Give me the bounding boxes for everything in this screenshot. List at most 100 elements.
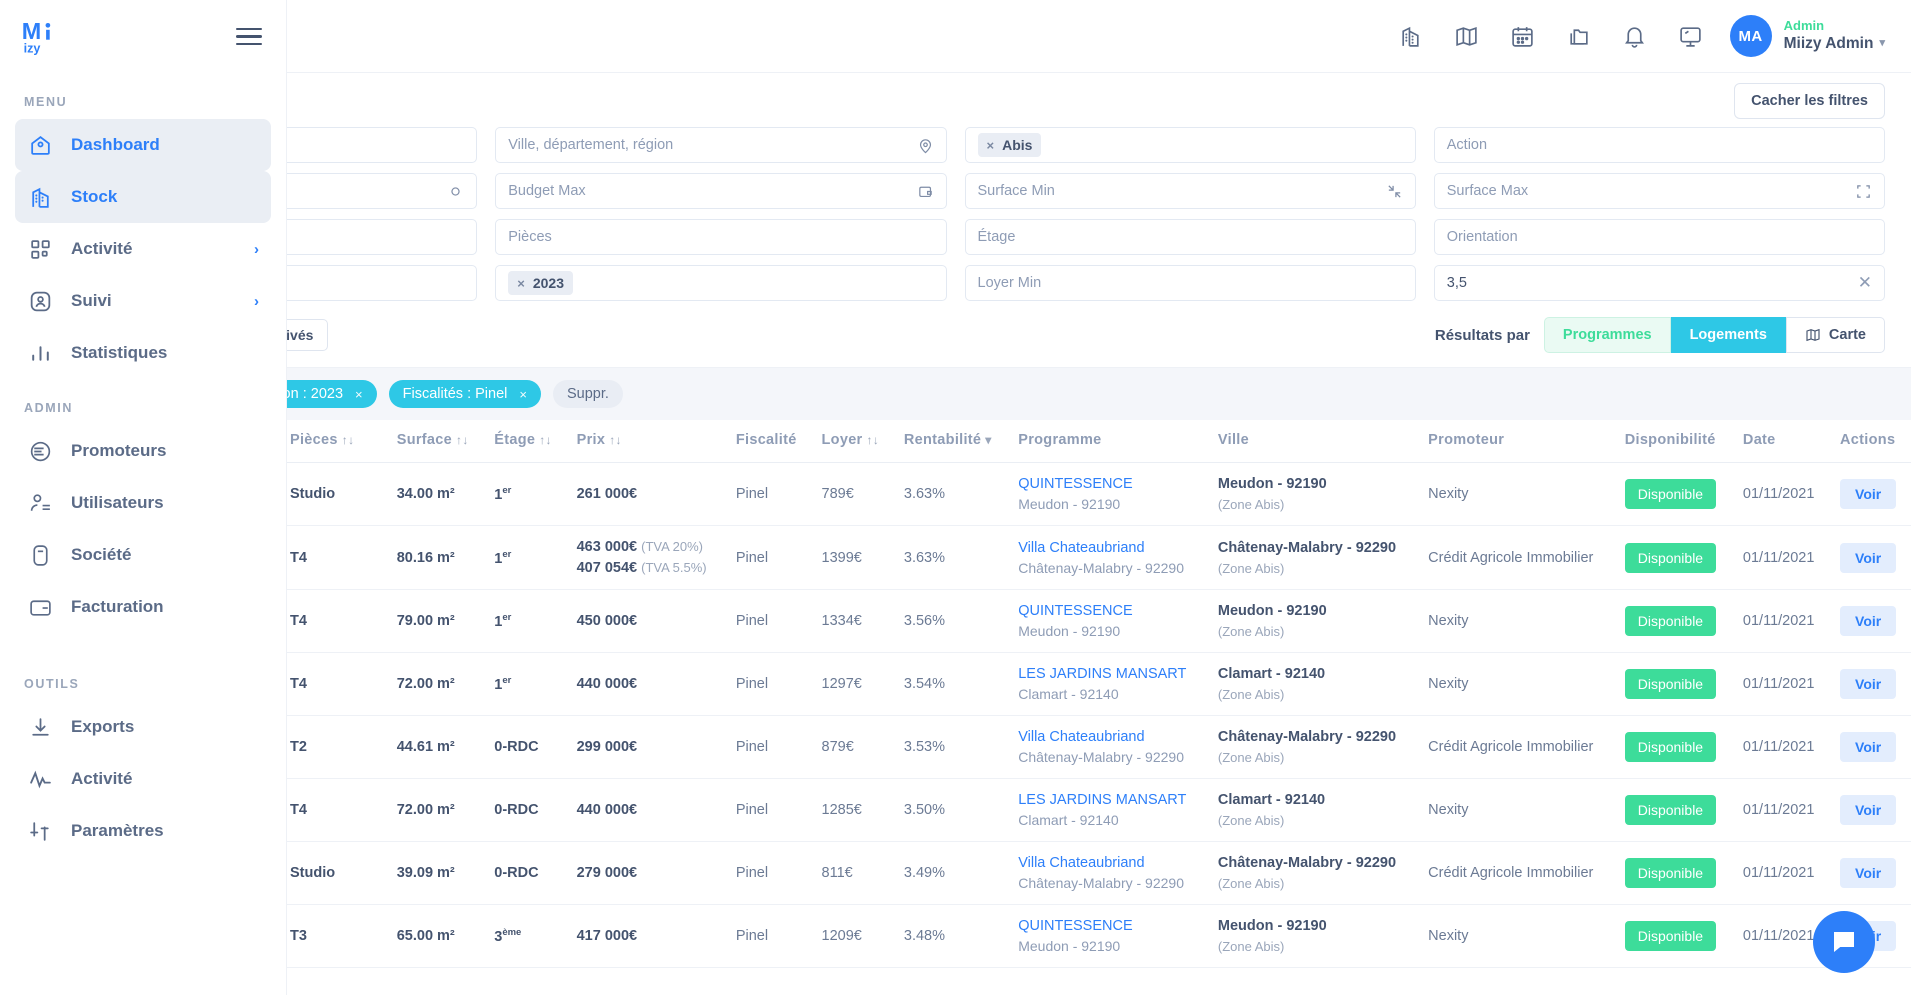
programme-link[interactable]: QUINTESSENCE xyxy=(1018,476,1198,492)
livraison-tag[interactable]: × 2023 xyxy=(508,271,573,295)
filter-action[interactable]: Action xyxy=(1433,127,1885,163)
bell-icon[interactable] xyxy=(1622,23,1648,49)
sidebar-item-exports[interactable]: Exports xyxy=(15,701,271,753)
cell-actions[interactable]: Voir xyxy=(1830,778,1911,842)
cell-programme[interactable]: Villa Chateaubriand Châtenay-Malabry - 92… xyxy=(1008,525,1208,590)
cell-actions[interactable]: Voir xyxy=(1830,589,1911,653)
programme-link[interactable]: Villa Chateaubriand xyxy=(1018,540,1198,556)
building-icon[interactable] xyxy=(1398,23,1424,49)
user-profile[interactable]: MA Admin Miizy Admin ▾ xyxy=(1729,15,1885,57)
cell-actions[interactable]: Voir xyxy=(1830,462,1911,526)
sidebar-item-activite[interactable]: Activité › xyxy=(15,223,271,275)
sidebar-item-statistiques[interactable]: Statistiques xyxy=(15,327,271,379)
col-date[interactable]: Date xyxy=(1732,420,1831,463)
calendar-icon[interactable] xyxy=(1510,23,1536,49)
filter-livraison[interactable]: × 2023 xyxy=(495,265,947,301)
map-icon[interactable] xyxy=(1454,23,1480,49)
close-icon[interactable]: × xyxy=(355,387,363,402)
view-button[interactable]: Voir xyxy=(1840,542,1897,573)
view-button[interactable]: Voir xyxy=(1840,795,1897,825)
filter-orientation[interactable]: Orientation xyxy=(1433,219,1885,255)
chat-button[interactable] xyxy=(1813,911,1875,973)
programme-link[interactable]: Villa Chateaubriand xyxy=(1018,855,1198,871)
filter-zone[interactable]: × Abis xyxy=(964,127,1416,163)
programme-link[interactable]: LES JARDINS MANSART xyxy=(1018,666,1198,682)
sidebar-item-societe[interactable]: Société xyxy=(15,529,271,581)
active-filter-chip[interactable]: Fiscalités : Pinel × xyxy=(388,380,541,408)
filter-loyer-min[interactable]: Loyer Min xyxy=(964,265,1416,301)
programme-link[interactable]: LES JARDINS MANSART xyxy=(1018,792,1198,808)
cell-actions[interactable]: Voir xyxy=(1830,715,1911,779)
view-button[interactable]: Voir xyxy=(1840,606,1897,636)
filter-budget-max[interactable]: Budget Max xyxy=(495,173,947,209)
tab-logements[interactable]: Logements xyxy=(1670,317,1786,353)
menu-toggle-button[interactable] xyxy=(236,23,262,51)
close-icon[interactable]: × xyxy=(519,387,527,402)
chevron-right-icon[interactable]: › xyxy=(254,241,259,258)
zone-tag[interactable]: × Abis xyxy=(977,133,1042,157)
cell-actions[interactable]: Voir xyxy=(1830,652,1911,716)
col-loyer[interactable]: Loyer ↑↓ xyxy=(811,420,894,463)
sidebar-item-stock[interactable]: Stock xyxy=(15,171,271,223)
cell-programme[interactable]: QUINTESSENCE Meudon - 92190 xyxy=(1008,589,1208,653)
cell-actions[interactable]: Voir xyxy=(1830,841,1911,905)
cell-programme[interactable]: LES JARDINS MANSART Clamart - 92140 xyxy=(1008,652,1208,716)
cell-actions[interactable]: Voir xyxy=(1830,525,1911,590)
cell-ville: Châtenay-Malabry - 92290 (Zone Abis) xyxy=(1207,525,1419,590)
col-fiscalite[interactable]: Fiscalité xyxy=(725,420,812,463)
col-promoteur[interactable]: Promoteur xyxy=(1418,420,1615,463)
hide-filters-button[interactable]: Cacher les filtres xyxy=(1734,83,1885,119)
cell-programme[interactable]: Villa Chateaubriand Châtenay-Malabry - 92… xyxy=(1008,715,1208,779)
view-button[interactable]: Voir xyxy=(1840,732,1897,762)
logo[interactable]: M izy xyxy=(20,17,56,57)
filter-pieces[interactable]: Pièces xyxy=(495,219,947,255)
filter-etage[interactable]: Étage xyxy=(964,219,1416,255)
col-surface[interactable]: Surface ↑↓ xyxy=(386,420,485,463)
sort-icon[interactable]: ↑↓ xyxy=(609,433,622,447)
tab-programmes[interactable]: Programmes xyxy=(1543,317,1671,353)
sidebar-item-dashboard[interactable]: Dashboard xyxy=(15,119,271,171)
col-prix[interactable]: Prix ↑↓ xyxy=(566,420,726,463)
col-etage[interactable]: Étage ↑↓ xyxy=(484,420,567,463)
building-icon xyxy=(27,184,53,210)
col-disponibilite[interactable]: Disponibilité xyxy=(1614,420,1733,463)
col-ville[interactable]: Ville xyxy=(1207,420,1419,463)
sidebar-item-suivi[interactable]: Suivi › xyxy=(15,275,271,327)
clear-icon[interactable]: ✕ xyxy=(1858,273,1872,293)
zone-tag-remove-icon[interactable]: × xyxy=(987,138,995,153)
programme-link[interactable]: QUINTESSENCE xyxy=(1018,603,1198,619)
filter-rentabilite-min[interactable]: 3,5 ✕ xyxy=(1433,265,1885,301)
programme-link[interactable]: Villa Chateaubriand xyxy=(1018,729,1198,745)
chevron-right-icon[interactable]: › xyxy=(254,293,259,310)
sidebar-item-utilisateurs[interactable]: Utilisateurs xyxy=(15,477,271,529)
view-button[interactable]: Voir xyxy=(1840,669,1897,699)
cell-programme[interactable]: Villa Chateaubriand Châtenay-Malabry - 92… xyxy=(1008,841,1208,905)
folders-icon[interactable] xyxy=(1566,23,1592,49)
sidebar-item-promoteurs[interactable]: Promoteurs xyxy=(15,425,271,477)
cell-programme[interactable]: QUINTESSENCE Meudon - 92190 xyxy=(1008,462,1208,526)
view-button[interactable]: Voir xyxy=(1840,479,1897,509)
chevron-down-icon[interactable]: ▾ xyxy=(1879,37,1885,51)
sidebar-item-parametres[interactable]: Paramètres xyxy=(15,805,271,857)
cell-programme[interactable]: LES JARDINS MANSART Clamart - 92140 xyxy=(1008,778,1208,842)
programme-link[interactable]: QUINTESSENCE xyxy=(1018,918,1198,934)
sort-icon[interactable]: ↑↓ xyxy=(539,433,552,447)
col-programme[interactable]: Programme xyxy=(1008,420,1208,463)
filter-localisation[interactable]: Ville, département, région xyxy=(495,127,947,163)
user-name-row[interactable]: Miizy Admin ▾ xyxy=(1784,34,1885,53)
filter-surface-max[interactable]: Surface Max xyxy=(1433,173,1885,209)
sort-desc-icon[interactable]: ▾ xyxy=(985,433,991,447)
clear-all-filters-button[interactable]: Suppr. xyxy=(552,380,623,408)
view-button[interactable]: Voir xyxy=(1840,858,1897,888)
sort-icon[interactable]: ↑↓ xyxy=(867,433,880,447)
cell-programme[interactable]: QUINTESSENCE Meudon - 92190 xyxy=(1008,904,1208,968)
monitor-icon[interactable] xyxy=(1678,23,1704,49)
tab-carte[interactable]: Carte xyxy=(1785,317,1885,353)
sidebar-item-facturation[interactable]: Facturation xyxy=(15,581,271,633)
col-rentabilite[interactable]: Rentabilité ▾ xyxy=(893,420,1009,463)
sort-icon[interactable]: ↑↓ xyxy=(456,433,469,447)
filter-surface-min[interactable]: Surface Min xyxy=(964,173,1416,209)
sort-icon[interactable]: ↑↓ xyxy=(342,433,355,447)
sidebar-item-activite-outils[interactable]: Activité xyxy=(15,753,271,805)
livraison-tag-remove-icon[interactable]: × xyxy=(517,276,525,291)
